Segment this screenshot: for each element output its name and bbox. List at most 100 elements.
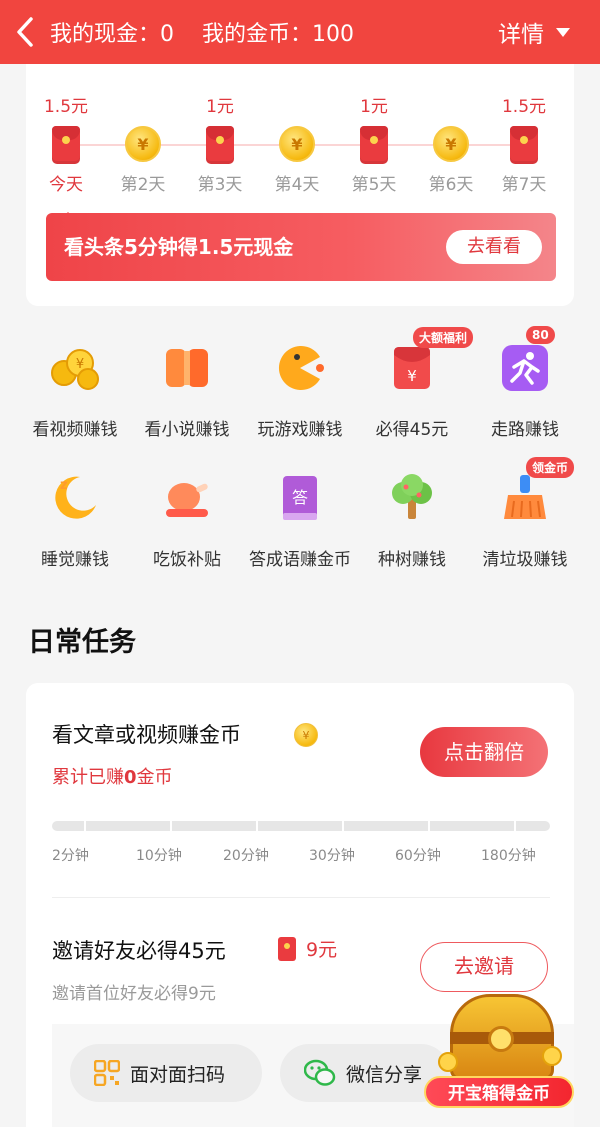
invite-button[interactable]: 去邀请: [420, 942, 548, 992]
checkin-day-5[interactable]: 1元 第5天: [334, 64, 414, 204]
go-watch-button[interactable]: 去看看: [446, 230, 542, 264]
checkin-day-2[interactable]: ¥ 第2天: [103, 64, 183, 204]
progress-tick: [514, 821, 516, 831]
earned-value: 0: [124, 767, 137, 788]
checkin-day-3[interactable]: 1元 第3天: [180, 64, 260, 204]
divider: [52, 897, 550, 898]
chevron-left-icon: [17, 17, 33, 47]
read-task-title: 看文章或视频赚金币: [52, 723, 241, 747]
caret-down-icon: [556, 27, 570, 37]
progress-tick: [428, 821, 430, 831]
chest-label: 开宝箱得金币: [424, 1076, 574, 1108]
treasure-chest-button[interactable]: 开宝箱得金币: [424, 988, 574, 1118]
feature-sleep-earn[interactable]: z 睡觉赚钱: [15, 473, 135, 593]
coins-icon: ¥: [51, 349, 99, 390]
pacman-icon: [278, 346, 324, 390]
day-label: 第2天: [120, 175, 166, 195]
cash-balance: 我的现金：0: [50, 22, 174, 47]
feature-label: 看小说赚钱: [144, 420, 230, 440]
invite-task-title: 邀请好友必得45元: [52, 939, 226, 963]
milestone-label: 20分钟: [223, 848, 269, 864]
red-envelope-icon: [278, 937, 296, 961]
details-label: 详情: [498, 22, 544, 48]
milestone-label: 10分钟: [136, 848, 182, 864]
svg-text:¥: ¥: [76, 357, 84, 372]
feature-idiom-quiz[interactable]: 答 答成语赚金币: [240, 473, 360, 593]
feature-label: 种树赚钱: [378, 550, 446, 570]
invite-subtitle: 邀请首位好友必得9元: [52, 984, 216, 1004]
checkin-day-6[interactable]: ¥ 第6天: [411, 64, 491, 204]
svg-text:答: 答: [292, 488, 308, 507]
checkin-day-7[interactable]: 1.5元 第7天: [484, 64, 564, 204]
details-dropdown[interactable]: 详情: [498, 0, 570, 64]
progress-tick: [84, 821, 86, 831]
day-label: 第3天: [197, 175, 243, 195]
earned-suffix: 金币: [136, 767, 173, 788]
coin-icon: ¥: [294, 723, 318, 747]
running-icon: [502, 345, 548, 391]
back-button[interactable]: [0, 0, 50, 64]
milestone-label: 180分钟: [481, 848, 536, 864]
red-envelope-icon: [206, 126, 234, 164]
milestone-label: 60分钟: [395, 848, 441, 864]
feature-meal-subsidy[interactable]: 吃饭补贴: [127, 473, 247, 593]
red-envelope-icon: [510, 126, 538, 164]
day-reward: 1元: [360, 97, 388, 117]
feature-label: 必得45元: [375, 420, 449, 440]
feature-label: 睡觉赚钱: [41, 550, 109, 570]
day-label: 第6天: [428, 175, 474, 195]
feature-label: 答成语赚金币: [249, 550, 351, 570]
feature-label: 玩游戏赚钱: [257, 420, 343, 440]
red-envelope-icon: [52, 126, 80, 164]
milestone-label: 2分钟: [52, 848, 89, 864]
feature-read-novel[interactable]: 看小说赚钱: [127, 343, 247, 443]
day-label: 第7天: [501, 175, 547, 195]
promo-badge: 领金币: [526, 457, 575, 478]
feature-watch-video[interactable]: ¥ 看视频赚钱: [15, 343, 135, 443]
feature-play-games[interactable]: 玩游戏赚钱: [240, 343, 360, 443]
checkin-day-1[interactable]: 1.5元 今天: [26, 64, 106, 204]
coin-icon: ¥: [433, 126, 469, 162]
red-envelope-icon: [360, 126, 388, 164]
coin-balance: 我的金币：100: [202, 22, 354, 47]
day-label: 第4天: [274, 175, 320, 195]
broom-icon: [504, 475, 546, 519]
svg-text:z: z: [60, 478, 68, 493]
earned-prefix: 累计已赚: [52, 767, 124, 788]
coin-icon: ¥: [125, 126, 161, 162]
quiz-book-icon: 答: [283, 476, 317, 520]
coin-icon: [438, 1052, 458, 1072]
day-reward: 1元: [206, 97, 234, 117]
progress-tick: [342, 821, 344, 831]
share-option-label: 微信分享: [346, 1063, 423, 1086]
feature-walk-earn[interactable]: 走路赚钱: [465, 343, 585, 443]
checkin-day-4[interactable]: ¥ 第4天: [257, 64, 337, 204]
tree-icon: [392, 474, 432, 519]
coin-icon: [542, 1046, 562, 1066]
red-envelope-icon: ¥: [394, 347, 430, 389]
feature-label: 看视频赚钱: [32, 420, 118, 440]
progress-tick: [256, 821, 258, 831]
headline-reward-banner[interactable]: 看头条5分钟得1.5元现金 去看看: [46, 213, 556, 281]
double-reward-button[interactable]: 点击翻倍: [420, 727, 548, 777]
day-label: 今天: [49, 175, 83, 195]
wechat-icon: [304, 1059, 336, 1086]
milestone-label: 30分钟: [309, 848, 355, 864]
section-title: 日常任务: [28, 627, 136, 658]
feature-guaranteed-45[interactable]: ¥ 必得45元: [352, 343, 472, 443]
feature-label: 走路赚钱: [491, 420, 559, 440]
coin-icon: ¥: [279, 126, 315, 162]
day-reward: 1.5元: [43, 97, 89, 117]
feature-clean-junk[interactable]: 清垃圾赚钱: [465, 473, 585, 593]
book-icon: [166, 349, 208, 387]
day-reward: 1.5元: [501, 97, 547, 117]
earned-summary: 累计已赚0金币: [52, 763, 173, 789]
chicken-icon: [166, 483, 208, 517]
feature-label: 吃饭补贴: [153, 550, 221, 570]
top-bar: 我的现金：0 我的金币：100 详情: [0, 0, 600, 64]
face-to-face-scan-button[interactable]: 面对面扫码: [70, 1044, 262, 1102]
checkin-card: 1.5元 今天 ¥ 第2天 1元 第3天 ¥ 第4天 1元 第5天 ¥ 第6天 …: [26, 64, 574, 306]
feature-plant-tree[interactable]: 种树赚钱: [352, 473, 472, 593]
count-badge: 80: [526, 326, 555, 344]
banner-text: 看头条5分钟得1.5元现金: [64, 235, 294, 259]
